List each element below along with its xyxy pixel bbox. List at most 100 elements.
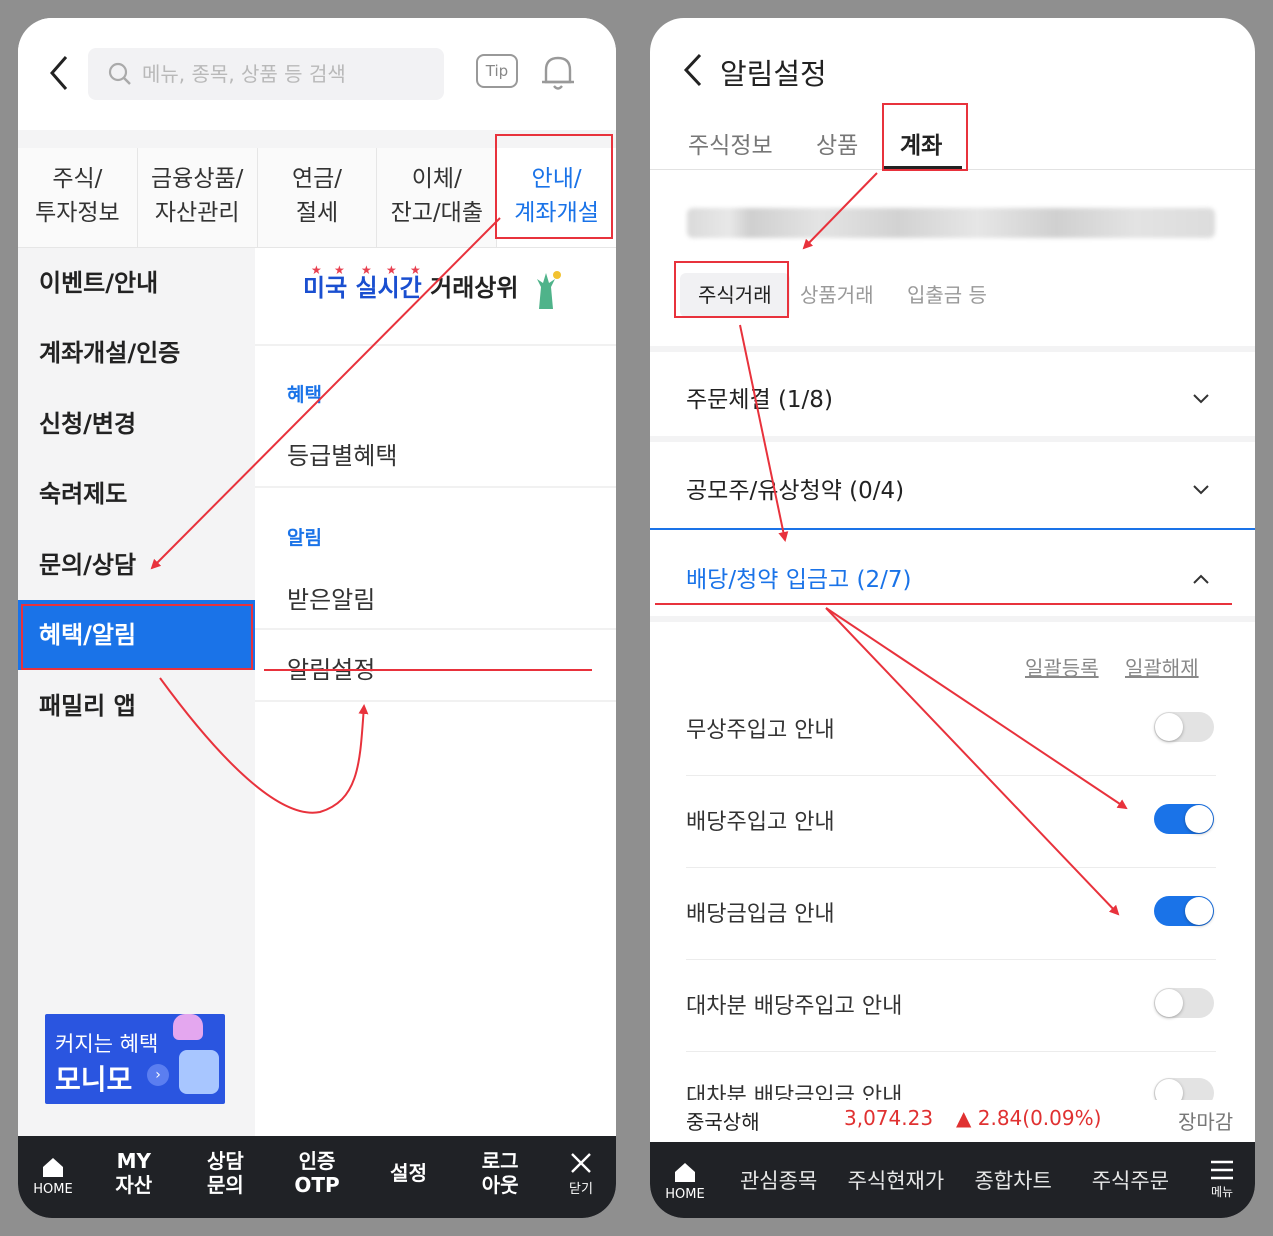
- nav-current-price[interactable]: 주식현재가: [837, 1165, 954, 1195]
- statue-of-liberty-icon: [536, 271, 561, 309]
- close-icon: [571, 1153, 591, 1173]
- toggle-row: 배당주입고 안내: [686, 776, 1216, 868]
- category-tab[interactable]: 금융상품/ 자산관리: [137, 148, 258, 247]
- ticker-status: 장마감: [1178, 1110, 1234, 1134]
- side-menu-item[interactable]: 이벤트/안내: [18, 248, 255, 318]
- side-menu-item[interactable]: 문의/상담: [18, 530, 255, 600]
- close-label: 닫기: [569, 1182, 593, 1197]
- toggle-knob: [1185, 805, 1213, 833]
- accordion-divider: [650, 528, 1255, 530]
- divider: [255, 628, 616, 630]
- menu-item-received-alerts[interactable]: 받은알림: [287, 580, 375, 615]
- nav-order[interactable]: 주식주문: [1072, 1165, 1189, 1195]
- banner-line1: 커지는 혜택: [55, 1032, 159, 1056]
- search-input[interactable]: [142, 62, 432, 86]
- category-tab[interactable]: 주식/ 투자정보: [18, 148, 138, 247]
- search-icon: [108, 62, 131, 85]
- bulk-register-link[interactable]: 일괄등록: [1025, 652, 1099, 681]
- annotation-box-benefit-alert: [21, 604, 253, 670]
- accordion-dividend[interactable]: 배당/청약 입금고 (2/7): [686, 560, 911, 594]
- bottom-nav: HOME 관심종목 주식현재가 종합차트 주식주문 메뉴: [650, 1142, 1255, 1218]
- back-icon[interactable]: [682, 52, 704, 95]
- nav-my-assets[interactable]: MY 자산: [88, 1136, 180, 1218]
- subtab-product-trade[interactable]: 상품거래: [800, 273, 874, 317]
- toggle-switch[interactable]: [1154, 896, 1214, 926]
- menu-content: 미국 실시간 거래상위 혜택 등급별혜택 알림 받은알림 알림설정: [255, 248, 616, 1136]
- menu-button[interactable]: 메뉴: [1189, 1160, 1255, 1200]
- section-label-benefit: 혜택: [287, 384, 322, 406]
- toggle-row: 배당금입금 안내: [686, 868, 1216, 960]
- gift-icon: [173, 1014, 203, 1040]
- nav-otp[interactable]: 인증 OTP: [271, 1136, 363, 1218]
- chevron-down-icon[interactable]: [1190, 479, 1212, 501]
- side-menu: 이벤트/안내 계좌개설/인증 신청/변경 숙려제도 문의/상담 혜택/알림 패밀…: [18, 248, 255, 1136]
- back-icon[interactable]: [48, 54, 70, 99]
- section-gap: [650, 346, 1255, 352]
- annotation-box-account-open: [495, 134, 613, 239]
- divider: [255, 700, 616, 702]
- ticker-name: 중국상해: [686, 1110, 760, 1134]
- close-button[interactable]: 닫기: [546, 1136, 616, 1218]
- monimo-banner[interactable]: 커지는 혜택 모니모 ›: [45, 1014, 225, 1104]
- top-bar: Tip: [18, 18, 616, 130]
- bottom-nav: HOME MY 자산 상담 문의 인증 OTP 설정 로그 아웃 닫기: [18, 1136, 616, 1218]
- tab-stock-info[interactable]: 주식정보: [688, 126, 773, 160]
- promo-banner[interactable]: 미국 실시간 거래상위: [303, 268, 565, 309]
- toggle-knob: [1155, 713, 1183, 741]
- search-box[interactable]: [88, 48, 444, 100]
- accordion-order-fill[interactable]: 주문체결 (1/8): [686, 380, 833, 414]
- right-phone-screen: 알림설정 주식정보 상품 계좌 주식거래 상품거래 입출금 등 주문체결 (1/…: [650, 18, 1255, 1218]
- home-icon: [43, 1158, 63, 1177]
- home-icon: [675, 1162, 695, 1182]
- tip-button[interactable]: Tip: [476, 54, 518, 88]
- subtab-deposit[interactable]: 입출금 등: [907, 273, 987, 317]
- ticker-value: 3,074.23: [844, 1106, 934, 1130]
- toggle-switch[interactable]: [1154, 712, 1214, 742]
- bell-icon[interactable]: [538, 50, 578, 94]
- side-menu-item[interactable]: 패밀리 앱: [18, 671, 255, 741]
- nav-chart[interactable]: 종합차트: [955, 1165, 1072, 1195]
- menu-item-grade-benefit[interactable]: 등급별혜택: [287, 436, 397, 471]
- promo-blue-text: 미국 실시간: [303, 274, 422, 302]
- account-selector-blurred[interactable]: [687, 208, 1215, 238]
- hamburger-menu-icon: [1211, 1160, 1233, 1180]
- tab-products[interactable]: 상품: [816, 126, 858, 160]
- toggle-label: 무상주입고 안내: [686, 718, 835, 743]
- divider: [255, 486, 616, 488]
- chevron-down-icon[interactable]: [1190, 388, 1212, 410]
- category-tab[interactable]: 연금/ 절세: [257, 148, 378, 247]
- toggle-switch[interactable]: [1154, 804, 1214, 834]
- nav-logout[interactable]: 로그 아웃: [454, 1136, 546, 1218]
- toggle-knob: [1185, 897, 1213, 925]
- nav-settings[interactable]: 설정: [363, 1136, 455, 1218]
- side-menu-item[interactable]: 숙려제도: [18, 459, 255, 529]
- nav-consult[interactable]: 상담 문의: [180, 1136, 272, 1218]
- category-tab[interactable]: 이체/ 잔고/대출: [377, 148, 498, 247]
- toggle-switch[interactable]: [1154, 988, 1214, 1018]
- annotation-box-account-tab: [882, 103, 968, 171]
- section-label-alert: 알림: [287, 527, 322, 549]
- section-gap: [650, 436, 1255, 442]
- promo-text: 거래상위: [430, 274, 519, 302]
- chevron-right-icon: ›: [147, 1064, 169, 1086]
- toggle-label: 배당주입고 안내: [686, 810, 835, 835]
- menu-label: 메뉴: [1210, 1185, 1234, 1199]
- bulk-release-link[interactable]: 일괄해제: [1125, 652, 1199, 681]
- menu-item-alert-settings[interactable]: 알림설정: [287, 650, 375, 685]
- side-menu-item[interactable]: 계좌개설/인증: [18, 318, 255, 388]
- toggle-label: 대차분 배당주입고 안내: [686, 994, 903, 1019]
- index-ticker[interactable]: 중국상해 3,074.23 ▲ 2.84(0.09%) 장마감: [650, 1100, 1255, 1142]
- toggle-label: 배당금입금 안내: [686, 902, 835, 927]
- toggle-knob: [1155, 989, 1183, 1017]
- chevron-up-icon[interactable]: [1190, 568, 1212, 590]
- home-button[interactable]: HOME: [18, 1136, 88, 1218]
- nav-watchlist[interactable]: 관심종목: [720, 1165, 837, 1195]
- accordion-ipo[interactable]: 공모주/유상청약 (0/4): [686, 471, 904, 505]
- home-button[interactable]: HOME: [650, 1159, 720, 1202]
- banner-line2: 모니모: [55, 1063, 133, 1096]
- toggle-row: 대차분 배당주입고 안내: [686, 960, 1216, 1052]
- side-menu-item[interactable]: 신청/변경: [18, 389, 255, 459]
- page-title: 알림설정: [720, 57, 827, 91]
- toggle-row: 무상주입고 안내: [686, 684, 1216, 776]
- monimo-logo-icon: [179, 1050, 219, 1094]
